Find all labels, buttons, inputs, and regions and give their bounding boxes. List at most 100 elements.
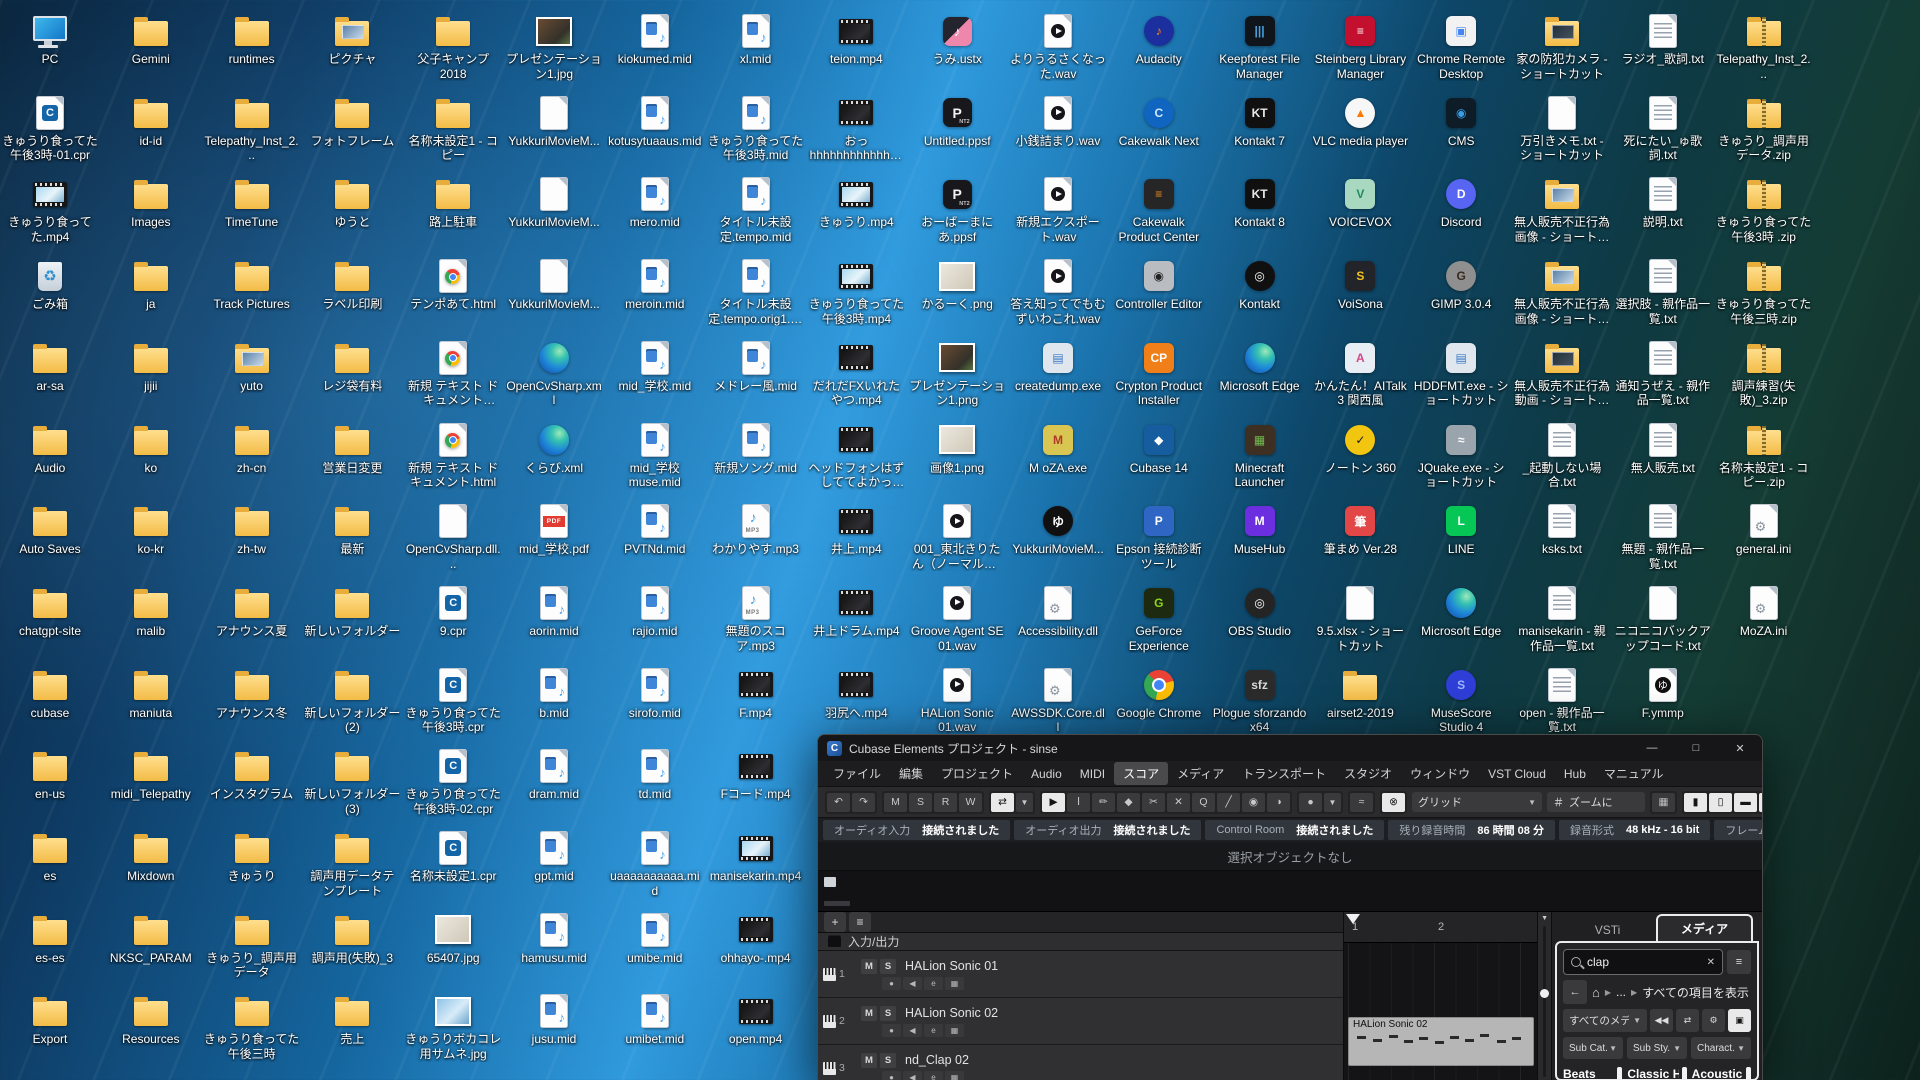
desktop-icon[interactable]: きゅうり — [204, 829, 300, 884]
write-automation-button[interactable]: W — [959, 793, 982, 812]
desktop-icon[interactable]: 新しいフォルダー (3) — [304, 747, 400, 816]
menu-item-メディア[interactable]: メディア — [1168, 762, 1233, 785]
desktop-icon[interactable]: yuto — [204, 339, 300, 394]
desktop-icon[interactable]: Resources — [103, 992, 199, 1047]
desktop-icon[interactable]: midi_Telepathy — [103, 747, 199, 802]
desktop-icon[interactable]: ♪MP3無題のスコア.mp3 — [708, 584, 804, 653]
desktop-icon[interactable]: manisekarin.mp4 — [708, 829, 804, 884]
desktop-icon[interactable]: ピクチャ — [304, 12, 400, 67]
desktop-icon[interactable]: 名称未設定1 - コピー — [405, 94, 501, 163]
desktop-icon[interactable]: ♪uaaaaaaaaaa.mid — [607, 829, 703, 898]
desktop-icon[interactable]: Google Chrome — [1111, 666, 1207, 721]
desktop-icon[interactable]: ♪mid_学校muse.mid — [607, 421, 703, 490]
desktop-icon[interactable]: ⚙MoZA.ini — [1716, 584, 1812, 639]
edit-instrument-button[interactable]: ▦ — [945, 1071, 964, 1080]
desktop-icon[interactable]: id-id — [103, 94, 199, 149]
desktop-icon[interactable]: ◎OBS Studio — [1212, 584, 1308, 639]
solo-button[interactable]: S — [880, 1053, 896, 1068]
desktop-icon[interactable]: 父子キャンプ2018 — [405, 12, 501, 81]
filters-panel-toggle[interactable]: ▣ — [1728, 1009, 1751, 1032]
track-row[interactable]: 3MSnd_Clap 02●◀e▦ — [818, 1045, 1343, 1080]
tab-VSTi[interactable]: VSTi — [1561, 919, 1654, 941]
desktop-icon[interactable]: ♪sirofo.mid — [607, 666, 703, 721]
desktop-icon[interactable]: きゅうり食ってた午後三時.zip — [1716, 257, 1812, 326]
menu-item-編集[interactable]: 編集 — [890, 762, 932, 785]
desktop-icon[interactable]: ゆYukkuriMovieM... — [1010, 502, 1106, 557]
menu-item-プロジェクト[interactable]: プロジェクト — [932, 762, 1022, 785]
zoom-tool[interactable]: Q — [1192, 793, 1215, 812]
media-type-dropdown[interactable]: すべてのメディアタ. ▼ — [1563, 1009, 1647, 1032]
desktop-icon[interactable]: きゅうり_調声用データ — [204, 911, 300, 980]
desktop-icon[interactable]: OpenCvSharp.xml — [506, 339, 602, 408]
desktop-icon[interactable]: 路上駐車 — [405, 175, 501, 230]
edit-instrument-button[interactable]: ▦ — [945, 1024, 964, 1037]
glue-tool[interactable]: ◆ — [1117, 793, 1140, 812]
desktop-icon[interactable]: 羽尻へ.mp4 — [808, 666, 904, 721]
desktop-icon[interactable]: 井上.mp4 — [808, 502, 904, 557]
snap-button[interactable]: ⊗ — [1382, 793, 1405, 812]
solo-button[interactable]: S — [880, 1006, 896, 1021]
desktop-icon[interactable]: ヘッドフォンはずしててよかっt.mp4 — [808, 421, 904, 490]
desktop-icon[interactable]: きゅうり_調声用データ.zip — [1716, 94, 1812, 163]
desktop-icon[interactable]: 最新 — [304, 502, 400, 557]
desktop-icon[interactable]: OpenCvSharp.dll... — [405, 502, 501, 571]
tab-メディア[interactable]: メディア — [1656, 914, 1753, 941]
mute-button[interactable]: M — [861, 959, 877, 974]
desktop-icon[interactable]: プレゼンテーション1.jpg — [506, 12, 602, 81]
desktop-icon[interactable]: sfzPlogue sforzando x64 — [1212, 666, 1308, 735]
desktop-icon[interactable]: ♪xl.mid — [708, 12, 804, 67]
desktop-icon[interactable]: よりうるさくなった.wav — [1010, 12, 1106, 81]
breadcrumb-current[interactable]: すべての項目を表示 — [1642, 984, 1749, 1001]
desktop-icon[interactable]: きゅうり.mp4 — [808, 175, 904, 230]
mute-all-button[interactable]: M — [884, 793, 907, 812]
desktop-icon[interactable]: chatgpt-site — [2, 584, 98, 639]
desktop-icon[interactable]: Gemini — [103, 12, 199, 67]
desktop-icon[interactable]: 新規 テキスト ドキュメント.html — [405, 421, 501, 490]
desktop-icon[interactable]: フォトフレーム — [304, 94, 400, 149]
desktop-icon[interactable]: YukkuriMovieM... — [506, 257, 602, 312]
desktop-icon[interactable]: 画像1.png — [909, 421, 1005, 476]
draw-tool[interactable]: ✏ — [1092, 793, 1115, 812]
settings-button[interactable]: ⚙ — [1702, 1009, 1725, 1032]
desktop-icon[interactable]: 新しいフォルダー (2) — [304, 666, 400, 735]
media-search-input[interactable]: clap ✕ — [1563, 949, 1723, 975]
play-tool[interactable]: ◉ — [1242, 793, 1265, 812]
desktop-icon[interactable]: Cきゅうり食ってた午後3時-02.cpr — [405, 747, 501, 816]
desktop-icon[interactable]: ▤HDDFMT.exe - ショートカット — [1413, 339, 1509, 408]
category-column[interactable]: Beats — [1563, 1064, 1622, 1079]
desktop-icon[interactable]: ja — [103, 257, 199, 312]
split-tool[interactable]: ✂ — [1142, 793, 1165, 812]
record-enable-button[interactable]: ● — [882, 977, 901, 990]
desktop-icon[interactable]: おっhhhhhhhhhhhhh... — [808, 94, 904, 163]
desktop-icon[interactable]: 営業日変更 — [304, 421, 400, 476]
desktop-icon[interactable]: ksks.txt — [1514, 502, 1610, 557]
desktop-icon[interactable]: CPCrypton Product Installer — [1111, 339, 1207, 408]
title-bar[interactable]: C Cubase Elements プロジェクト - sinse — □ ✕ — [818, 735, 1762, 761]
clear-search-icon[interactable]: ✕ — [1707, 957, 1715, 968]
desktop-icon[interactable]: ♪jusu.mid — [506, 992, 602, 1047]
desktop-icon[interactable]: Aかんたん！AITalk 3 関西風 — [1312, 339, 1408, 408]
desktop-icon[interactable]: ♪umibet.mid — [607, 992, 703, 1047]
edit-channel-button[interactable]: e — [924, 977, 943, 990]
category-scrollbar[interactable] — [1682, 1067, 1687, 1079]
desktop-icon[interactable]: ♪タイトル未設定.tempo.orig1.mid — [708, 257, 804, 326]
desktop-icon[interactable]: CCakewalk Next — [1111, 94, 1207, 149]
add-track-button[interactable]: + — [824, 912, 846, 932]
color-menu-button[interactable]: ● — [1299, 793, 1322, 812]
desktop-icon[interactable]: ♪うみ.ustx — [909, 12, 1005, 67]
autoscroll-dropdown[interactable]: ▼ — [1016, 793, 1033, 812]
desktop-icon[interactable]: VVOICEVOX — [1312, 175, 1408, 230]
back-button[interactable]: ← — [1563, 980, 1587, 1004]
desktop-icon[interactable]: 新規 テキスト ドキュメント (2).html — [405, 339, 501, 408]
desktop-icon[interactable]: ⚙AWSSDK.Core.dll — [1010, 666, 1106, 735]
desktop-icon[interactable]: 新しいフォルダー — [304, 584, 400, 639]
desktop-icon[interactable]: malib — [103, 584, 199, 639]
desktop-icon[interactable]: MM oZA.exe — [1010, 421, 1106, 476]
desktop-icon[interactable]: LLINE — [1413, 502, 1509, 557]
desktop-icon[interactable]: airset2-2019 — [1312, 666, 1408, 721]
mute-button[interactable]: M — [861, 1053, 877, 1068]
category-scrollbar[interactable] — [1746, 1067, 1751, 1079]
desktop-icon[interactable]: ♪kotusytuaaus.mid — [607, 94, 703, 149]
desktop-icon[interactable]: F.mp4 — [708, 666, 804, 721]
desktop-icon[interactable]: 通知うぜえ - 親作品一覧.txt — [1615, 339, 1711, 408]
